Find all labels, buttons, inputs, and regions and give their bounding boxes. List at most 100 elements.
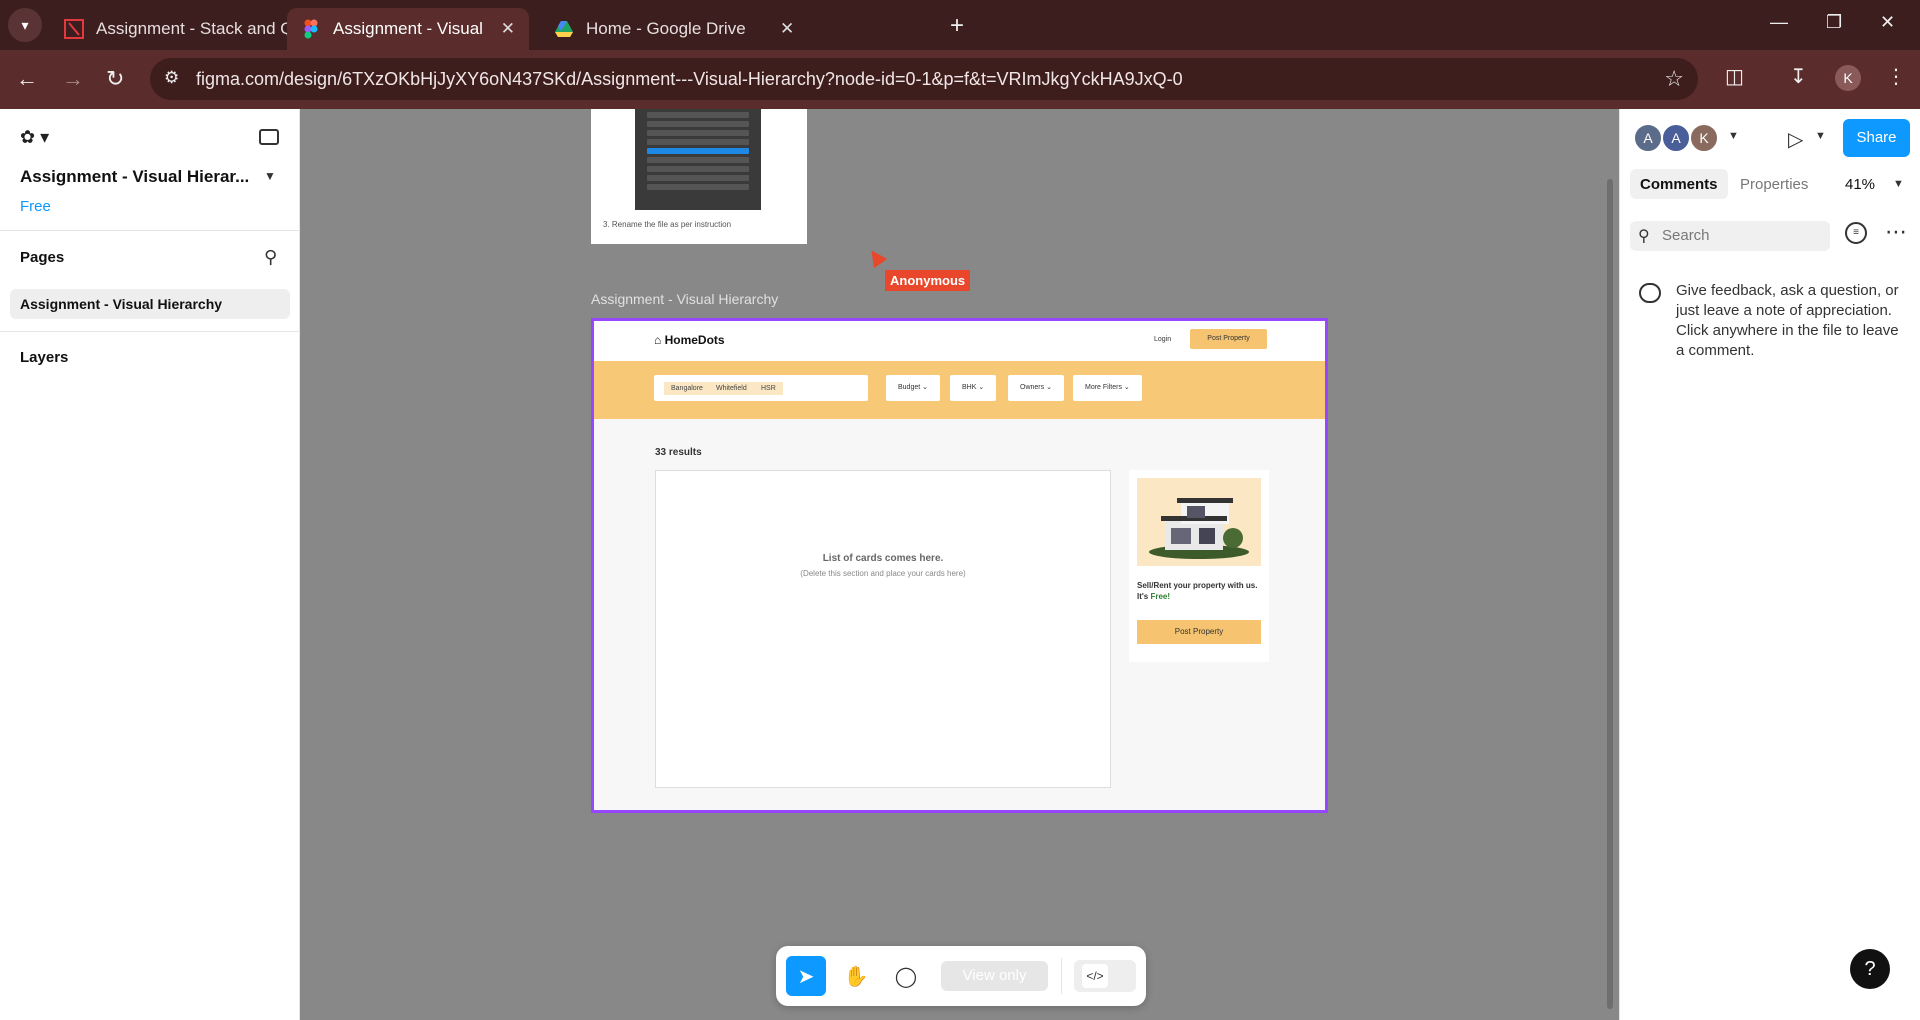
figma-favicon	[304, 19, 318, 39]
forward-arrow-icon[interactable]: →	[62, 66, 84, 92]
chevron-down-icon[interactable]: ▼	[1728, 130, 1739, 142]
profile-avatar[interactable]: K	[1835, 65, 1861, 91]
filter-label: More Filters	[1085, 384, 1122, 391]
tab-title: Home - Google Drive	[586, 19, 746, 38]
instruction-caption: 3. Rename the file as per instruction	[603, 220, 732, 229]
hand-tool-icon[interactable]: ✋	[836, 956, 876, 996]
present-play-icon[interactable]: ▷	[1788, 127, 1803, 152]
location-chip: HSR	[754, 382, 783, 395]
browser-toolbar: ← → ↻ ⚙ figma.com/design/6TXzOKbHjJyXY6o…	[0, 50, 1920, 109]
promo-free: Free!	[1150, 592, 1171, 601]
chevron-down-icon[interactable]: ▼	[264, 169, 276, 183]
divider	[0, 230, 300, 231]
pages-heading: Pages	[20, 249, 65, 266]
tab-visual-hierarchy[interactable]: Assignment - Visual Hierarchy - ✕	[287, 8, 529, 50]
drive-favicon	[555, 21, 573, 37]
code-icon: </>	[1082, 964, 1108, 988]
site-info-icon[interactable]: ⚙	[164, 68, 179, 88]
close-icon[interactable]: ✕	[780, 19, 794, 39]
promo-card: Sell/Rent your property with us. It's Fr…	[1129, 470, 1269, 662]
bhk-filter: BHK ⌄	[950, 375, 997, 401]
comments-empty-hint: Give feedback, ask a question, or just l…	[1676, 282, 1899, 359]
canvas-scrollbar[interactable]	[1607, 179, 1613, 1009]
dev-mode-toggle[interactable]: </>	[1074, 960, 1136, 992]
close-icon[interactable]: ✕	[501, 19, 515, 39]
window-close-icon[interactable]: ✕	[1880, 12, 1895, 33]
minimize-icon[interactable]: —	[1770, 12, 1788, 33]
login-link: Login	[1154, 336, 1172, 343]
location-chip: Bangalore	[664, 382, 710, 395]
plan-badge: Free	[20, 198, 51, 215]
panel-toggle-icon[interactable]	[259, 129, 279, 145]
comment-search[interactable]: ⚲	[1630, 221, 1830, 251]
new-tab-plus-icon[interactable]: +	[950, 12, 964, 40]
more-filters: More Filters ⌄	[1073, 375, 1142, 401]
filter-label: Budget	[898, 384, 921, 391]
bookmark-star-icon[interactable]: ☆	[1664, 66, 1684, 92]
frame-label[interactable]: Assignment - Visual Hierarchy	[591, 291, 778, 307]
address-bar[interactable]: ⚙ figma.com/design/6TXzOKbHjJyXY6oN437SK…	[150, 58, 1698, 100]
divider	[1061, 958, 1062, 994]
search-input[interactable]	[1662, 227, 1822, 244]
more-options-icon[interactable]: ⋯	[1885, 219, 1907, 245]
homedots-frame[interactable]: ⌂ HomeDots Login Post Property Bangalore…	[591, 318, 1328, 813]
layers-heading: Layers	[20, 349, 69, 366]
avatar[interactable]: K	[1689, 123, 1719, 153]
comment-bubble-icon	[1639, 283, 1661, 303]
comment-tool-icon[interactable]: ◯	[886, 956, 926, 996]
post-property-button: Post Property	[1190, 329, 1267, 349]
collaborator-name-tag: Anonymous	[885, 270, 971, 291]
browser-tab-bar: ▾ Assignment - Stack and Queue ✕ Assignm…	[0, 0, 1920, 50]
instruction-frame[interactable]: 3. Rename the file as per instruction	[591, 109, 807, 244]
house-image	[1137, 478, 1261, 566]
tab-search-chevron-icon[interactable]: ▾	[8, 8, 42, 42]
file-title[interactable]: Assignment - Visual Hierar...	[20, 167, 249, 187]
download-icon[interactable]: ↧	[1790, 64, 1807, 89]
url-text[interactable]: figma.com/design/6TXzOKbHjJyXY6oN437SKd/…	[196, 69, 1183, 90]
extensions-icon[interactable]: ◫	[1725, 64, 1744, 89]
bottom-toolbar: ➤ ✋ ◯ View only </>	[776, 946, 1146, 1006]
page-item[interactable]: Assignment - Visual Hierarchy	[10, 289, 290, 319]
stack-queue-favicon	[64, 19, 84, 39]
chevron-down-icon[interactable]: ▼	[1815, 130, 1826, 142]
search-icon: ⚲	[1638, 228, 1650, 245]
help-button[interactable]: ?	[1850, 949, 1890, 989]
instruction-screenshot	[635, 109, 761, 210]
collaborator-cursor-icon	[864, 245, 888, 269]
house-illustration	[1149, 498, 1249, 559]
view-only-button[interactable]: View only	[941, 961, 1048, 991]
divider	[0, 331, 300, 332]
browser-menu-icon[interactable]: ⋮	[1886, 64, 1906, 89]
figma-main-menu-icon[interactable]: ✿ ▾	[20, 127, 49, 148]
left-sidebar: ✿ ▾ Assignment - Visual Hierar... ▼ Free…	[0, 109, 300, 1020]
tab-title: Assignment - Stack and Queue	[96, 19, 306, 38]
filter-label: Owners	[1020, 384, 1045, 391]
move-tool-icon[interactable]: ➤	[786, 956, 826, 996]
avatar[interactable]: A	[1633, 123, 1663, 153]
restore-icon[interactable]: ❐	[1826, 12, 1842, 33]
promo-post-property-button: Post Property	[1137, 620, 1261, 644]
back-arrow-icon[interactable]: ←	[16, 66, 38, 92]
location-chip: Whitefield	[709, 382, 754, 395]
results-count: 33 results	[655, 447, 702, 458]
cards-placeholder-title: List of cards comes here.	[822, 553, 944, 564]
tab-google-drive[interactable]: Home - Google Drive ✕	[540, 8, 808, 50]
promo-text: Sell/Rent your property with us. It's Fr…	[1137, 580, 1263, 602]
right-sidebar: A A K ▼ ▷ ▼ Share Comments Properties 41…	[1619, 109, 1920, 1020]
cards-placeholder: List of cards comes here. (Delete this s…	[655, 470, 1111, 788]
reload-icon[interactable]: ↻	[106, 66, 124, 92]
share-button[interactable]: Share	[1843, 119, 1910, 157]
homedots-logo: ⌂ HomeDots	[654, 333, 725, 347]
filter-icon[interactable]: ≡	[1845, 222, 1867, 244]
design-canvas[interactable]: 3. Rename the file as per instruction An…	[301, 109, 1619, 1020]
search-icon[interactable]: ⚲	[264, 247, 277, 268]
location-search: Bangalore Whitefield HSR	[654, 375, 868, 401]
budget-filter: Budget ⌄	[886, 375, 940, 401]
chevron-down-icon[interactable]: ▼	[1893, 178, 1904, 190]
tab-comments[interactable]: Comments	[1630, 169, 1728, 199]
tab-properties[interactable]: Properties	[1730, 169, 1818, 199]
avatar[interactable]: A	[1661, 123, 1691, 153]
filter-label: BHK	[962, 384, 977, 391]
homedots-navbar: ⌂ HomeDots Login Post Property	[594, 321, 1325, 361]
zoom-level[interactable]: 41%	[1845, 176, 1875, 193]
